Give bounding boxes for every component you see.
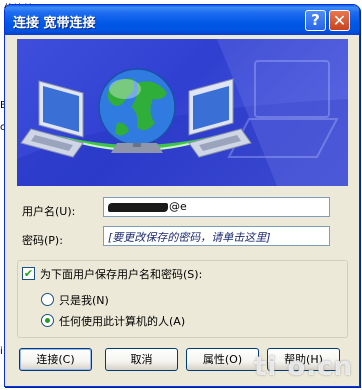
cancel-button[interactable]: 取消 <box>105 348 178 371</box>
password-label: 密码(P): <box>22 234 63 247</box>
username-label: 用户名(U): <box>22 205 76 218</box>
radio-anyone-label[interactable]: 任何使用此计算机的人(A) <box>59 313 185 329</box>
connection-banner <box>17 39 348 186</box>
connect-dialog: 连接 宽带连接 ? ✕ 用户名(U): @e 密码(P): [要更改保存的密码，… <box>4 4 360 387</box>
watermark: ti o.cn <box>253 352 353 382</box>
network-globe-laptops-icon <box>17 39 348 186</box>
redacted-username-scribble <box>108 202 168 212</box>
password-field[interactable]: [要更改保存的密码，请单击这里] <box>103 226 330 246</box>
username-suffix: @e <box>169 200 187 213</box>
username-field[interactable]: @e <box>103 197 330 217</box>
properties-button[interactable]: 属性(O) <box>186 348 259 371</box>
window-title: 连接 宽带连接 <box>13 16 96 31</box>
save-credentials-checkbox[interactable]: ✔ <box>22 267 35 280</box>
background-fragment-3: i <box>0 346 3 357</box>
radio-only-me[interactable] <box>41 293 54 306</box>
close-button[interactable]: ✕ <box>329 10 350 31</box>
help-title-button[interactable]: ? <box>305 10 326 31</box>
save-credentials-label[interactable]: 为下面用户保存用户名和密码(S): <box>40 266 202 282</box>
title-bar[interactable]: 连接 宽带连接 ? ✕ <box>5 5 359 35</box>
radio-anyone[interactable] <box>41 314 54 327</box>
connect-button[interactable]: 连接(C) <box>19 348 92 371</box>
radio-only-me-label[interactable]: 只是我(N) <box>59 292 109 308</box>
